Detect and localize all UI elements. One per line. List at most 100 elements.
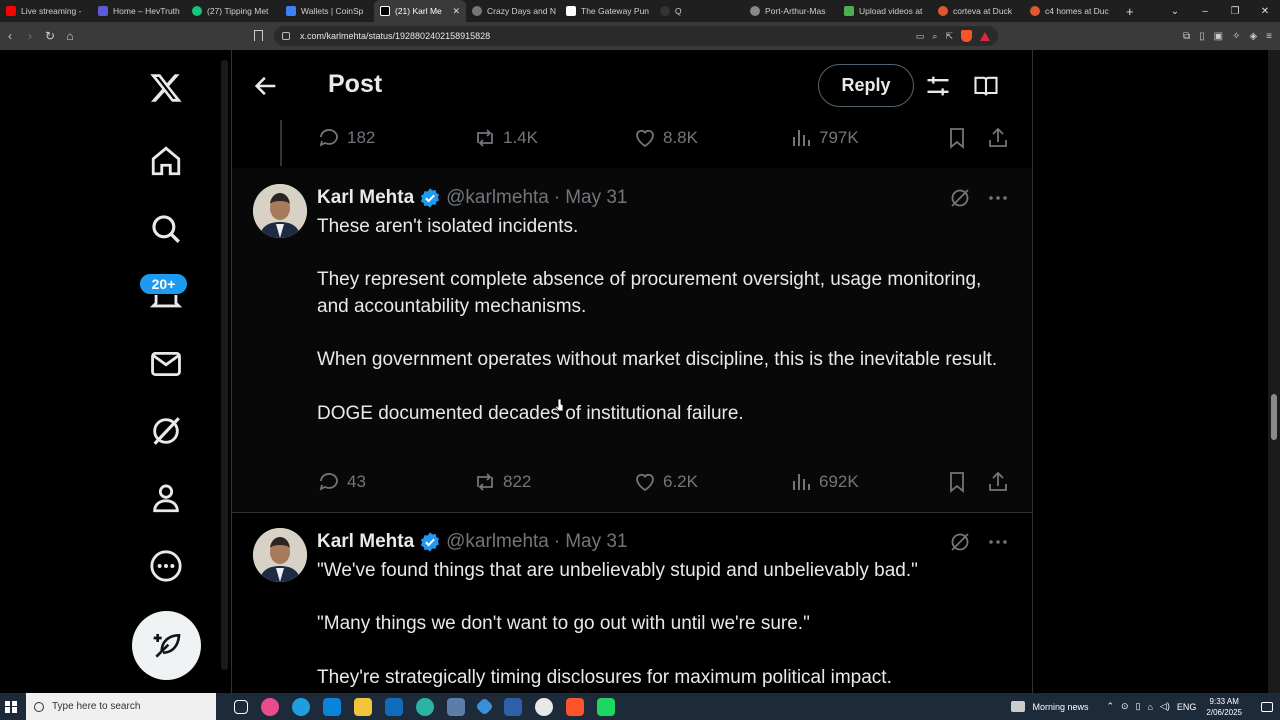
share-icon[interactable]: ⇱ — [945, 31, 953, 42]
reader-mode-icon[interactable] — [972, 72, 1000, 100]
sort-replies-icon[interactable] — [924, 72, 952, 100]
tray-app-icon[interactable]: ⊙ — [1121, 701, 1129, 712]
bookmark-icon[interactable] — [945, 470, 969, 494]
browser-tab[interactable]: corteva at Duck — [932, 0, 1024, 22]
compose-post-button[interactable] — [132, 611, 201, 680]
browser-tab[interactable]: Crazy Days and N — [466, 0, 560, 22]
copilot-icon[interactable] — [261, 697, 279, 716]
sidebar-icon[interactable]: ▯ — [1199, 31, 1205, 42]
leo-icon[interactable]: ✧ — [1232, 31, 1240, 42]
author-handle[interactable]: @karlmehta — [446, 531, 549, 553]
notification-center-icon[interactable] — [1254, 701, 1280, 712]
brave-rewards-icon[interactable] — [980, 31, 990, 41]
x-logo-icon[interactable] — [146, 68, 186, 108]
browser-tab[interactable]: Home – HevTruth — [92, 0, 186, 22]
views-action[interactable]: 797K — [789, 126, 859, 150]
app-icon[interactable] — [447, 697, 465, 716]
site-info-icon[interactable] — [282, 32, 290, 40]
repost-action[interactable]: 822 — [473, 470, 531, 494]
minimize-icon[interactable]: – — [1190, 6, 1220, 17]
browser-tab[interactable]: Live streaming - — [0, 0, 92, 22]
grok-icon[interactable] — [948, 530, 972, 554]
outlook-icon[interactable] — [385, 697, 403, 716]
app-icon[interactable] — [535, 697, 553, 716]
browser-tab[interactable]: c4 homes at Duc — [1024, 0, 1116, 22]
network-icon[interactable]: ⌂ — [1148, 702, 1153, 712]
reply-action[interactable]: 182 — [317, 126, 375, 150]
author-handle[interactable]: @karlmehta — [446, 187, 549, 209]
browser-tab[interactable]: Wallets | CoinSp — [280, 0, 374, 22]
home-icon[interactable] — [146, 141, 186, 181]
like-action[interactable]: 8.8K — [633, 126, 698, 150]
avatar[interactable] — [253, 528, 307, 582]
home-icon[interactable]: ⌂ — [60, 29, 80, 43]
chevron-up-icon[interactable]: ⌃ — [1106, 701, 1114, 712]
clock[interactable]: 9:33 AM 2/06/2025 — [1206, 696, 1242, 718]
reply-action[interactable]: 43 — [317, 470, 366, 494]
browser-tab-active[interactable]: (21) Karl Me ✕ — [374, 0, 466, 22]
share-icon[interactable] — [986, 470, 1010, 494]
taskbar-search[interactable]: Type here to search — [26, 693, 216, 720]
store-icon[interactable] — [323, 697, 341, 716]
back-arrow-icon[interactable] — [252, 72, 280, 100]
repost-action[interactable]: 1.4K — [473, 126, 538, 150]
share-icon[interactable] — [986, 126, 1010, 150]
page-scrollbar[interactable] — [1268, 50, 1280, 693]
brave-icon[interactable] — [566, 697, 584, 716]
app-icon[interactable] — [597, 697, 615, 716]
tray-app-icon[interactable]: ▯ — [1136, 701, 1141, 712]
tweet[interactable]: Karl Mehta @karlmehta · May 31 "We've fo… — [232, 513, 1032, 693]
forward-icon[interactable]: › — [20, 29, 40, 43]
browser-tab[interactable]: (27) Tipping Met — [186, 0, 280, 22]
more-icon[interactable] — [146, 546, 186, 586]
menu-icon[interactable]: ≡ — [1266, 31, 1272, 42]
profile-icon[interactable] — [146, 478, 186, 518]
browser-tab[interactable]: Port-Arthur-Mas — [744, 0, 838, 22]
search-icon[interactable] — [146, 209, 186, 249]
app-icon[interactable] — [504, 697, 522, 716]
like-action[interactable]: 6.2K — [633, 470, 698, 494]
avatar[interactable] — [253, 184, 307, 238]
tweet-date[interactable]: May 31 — [565, 187, 627, 209]
url-field[interactable]: x.com/karlmehta/status/19288024021589158… — [274, 26, 998, 46]
close-window-icon[interactable]: ✕ — [1250, 6, 1280, 17]
more-options-icon[interactable] — [986, 530, 1010, 554]
restore-icon[interactable]: ❐ — [1220, 6, 1250, 17]
task-view-icon[interactable] — [234, 699, 248, 714]
file-explorer-icon[interactable] — [354, 697, 372, 716]
tab-list-icon[interactable]: ⌄ — [1160, 6, 1190, 17]
zoom-icon[interactable]: ⌕ — [932, 31, 937, 42]
browser-tab[interactable]: Upload videos at — [838, 0, 932, 22]
start-button[interactable] — [0, 693, 22, 720]
grok-icon[interactable] — [948, 186, 972, 210]
tweet-date[interactable]: May 31 — [565, 531, 627, 553]
volume-icon[interactable]: ◁) — [1160, 701, 1170, 712]
bookmark-icon[interactable] — [945, 126, 969, 150]
news-widget[interactable]: Morning news — [1011, 701, 1088, 712]
app-icon[interactable] — [475, 697, 494, 716]
app-icon[interactable] — [416, 697, 434, 716]
grok-icon[interactable] — [146, 411, 186, 451]
wallet-icon[interactable]: ▣ — [1214, 31, 1223, 42]
edge-icon[interactable] — [292, 697, 310, 716]
vpn-icon[interactable]: ◈ — [1249, 31, 1257, 42]
tweet[interactable]: Karl Mehta @karlmehta · May 31 These are… — [232, 168, 1032, 512]
reload-icon[interactable]: ↻ — [40, 29, 60, 43]
author-name[interactable]: Karl Mehta — [317, 187, 414, 209]
messages-icon[interactable] — [146, 344, 186, 384]
bookmark-icon[interactable] — [254, 30, 263, 41]
reply-button[interactable]: Reply — [818, 64, 914, 107]
brave-shields-icon[interactable] — [961, 30, 972, 42]
scrollbar-thumb[interactable] — [1271, 394, 1277, 440]
back-icon[interactable]: ‹ — [0, 29, 20, 43]
more-options-icon[interactable] — [986, 186, 1010, 210]
author-name[interactable]: Karl Mehta — [317, 531, 414, 553]
cast-icon[interactable]: ▭ — [916, 31, 925, 42]
extensions-icon[interactable]: ⧉ — [1183, 31, 1190, 42]
browser-tab[interactable]: Q — [654, 0, 744, 22]
nav-scrollbar[interactable] — [221, 60, 228, 670]
language-indicator[interactable]: ENG — [1177, 702, 1197, 712]
browser-tab[interactable]: The Gateway Pun — [560, 0, 654, 22]
close-tab-icon[interactable]: ✕ — [446, 6, 460, 17]
new-tab-button[interactable]: + — [1116, 4, 1144, 19]
